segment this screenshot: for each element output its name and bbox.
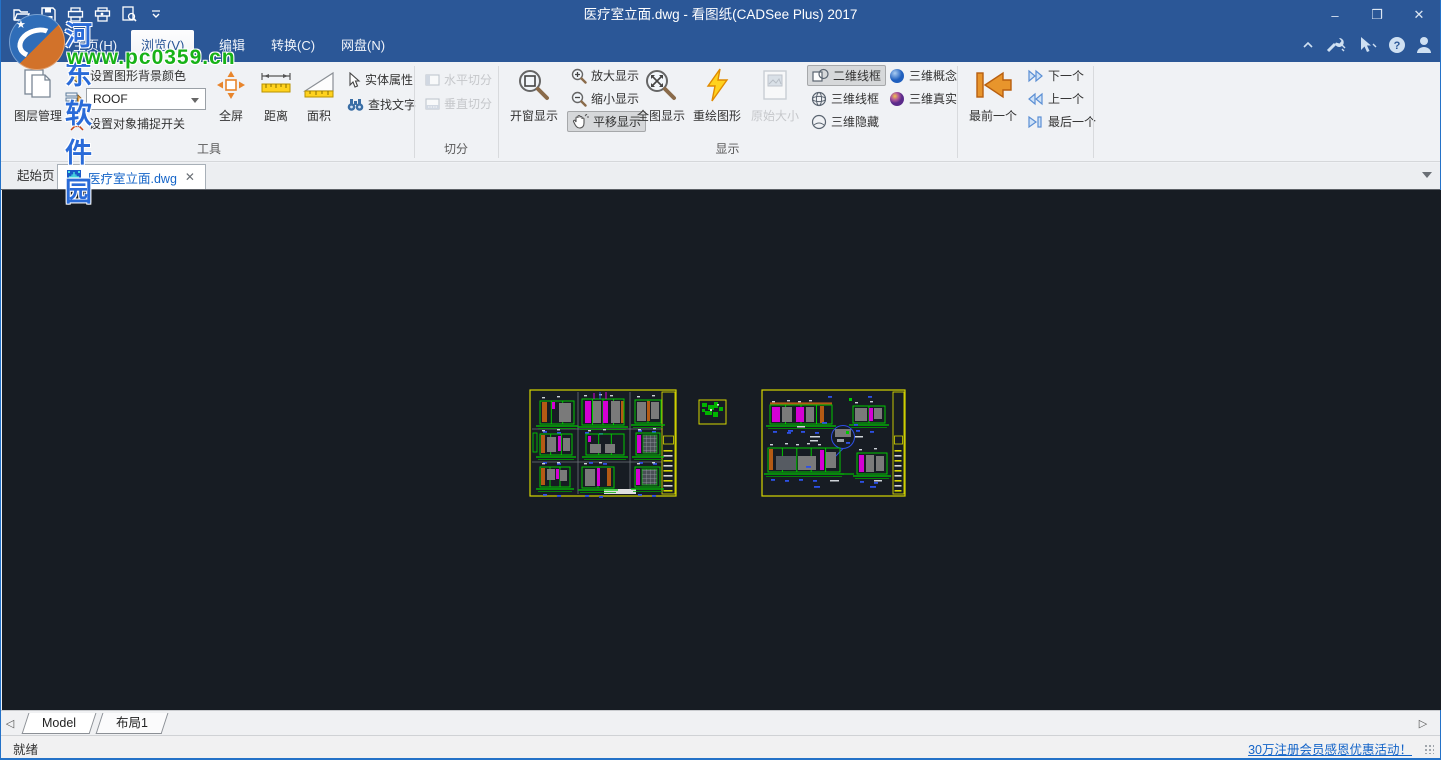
close-button[interactable]: ✕	[1398, 0, 1440, 30]
svg-text:?: ?	[1394, 40, 1401, 52]
group-label-tools: 工具	[9, 140, 409, 158]
cursor-arrow-icon	[347, 72, 361, 88]
nav-prev-button[interactable]: 上一个	[1023, 88, 1088, 109]
first-arrow-icon	[973, 64, 1013, 106]
group-label-display: 显示	[498, 140, 957, 158]
status-bar: 就绪 30万注册会员感恩优惠活动！	[1, 735, 1440, 758]
menu-netdisk[interactable]: 网盘(N)	[331, 30, 395, 62]
promo-link[interactable]: 30万注册会员感恩优惠活动！	[1248, 739, 1412, 758]
redraw-button[interactable]: 重绘图形	[691, 64, 743, 136]
osnap-toggle-button[interactable]: 设置对象捕捉开关	[65, 113, 189, 134]
zoom-in-button[interactable]: 放大显示	[567, 65, 643, 86]
help-icon[interactable]: ?	[1388, 36, 1406, 54]
pan-hand-icon	[572, 114, 589, 130]
tab-start-page[interactable]: 起始页	[9, 163, 63, 189]
concept-sphere-icon	[889, 68, 905, 84]
app-window: 医疗室立面.dwg - 看图纸(CADSee Plus) 2017 – ❒ ✕ …	[0, 0, 1441, 760]
fit-all-button[interactable]: 全图显示	[633, 64, 689, 136]
hidden-3d-button[interactable]: 三维隐藏	[807, 111, 883, 132]
wireframe-2d-icon	[812, 68, 829, 83]
nav-last-button[interactable]: 最后一个	[1023, 111, 1100, 132]
ribbon: 图层管理 设置图形背景颜色 ROOF 设置对象捕捉开关 全屏 距离	[1, 62, 1440, 162]
tab-close-icon[interactable]: ✕	[183, 170, 197, 184]
collapse-ribbon-icon[interactable]	[1302, 41, 1314, 49]
magnifier-window-icon	[517, 64, 551, 106]
minimize-button[interactable]: –	[1314, 0, 1356, 30]
original-size-icon	[761, 64, 789, 106]
tab-list-dropdown-icon[interactable]	[1422, 172, 1432, 178]
magnifier-fit-icon	[644, 64, 678, 106]
zoom-in-icon	[571, 68, 587, 84]
layers-pages-icon	[22, 64, 54, 106]
layout-tab-bar: ◁ Model 布局1 ▷	[1, 710, 1440, 735]
horizontal-split-button[interactable]: 水平切分	[421, 69, 496, 90]
layer-select[interactable]: ROOF	[86, 88, 206, 110]
resize-grip[interactable]	[1424, 744, 1434, 754]
window-controls: – ❒ ✕	[1314, 0, 1440, 30]
h-split-icon	[425, 74, 440, 86]
layer-manager-button[interactable]: 图层管理	[9, 64, 67, 136]
realistic-sphere-icon	[889, 91, 905, 107]
paint-bucket-icon	[69, 68, 86, 84]
next-chevrons-icon	[1027, 69, 1044, 83]
document-tab-bar: 起始页 医疗室立面.dwg ✕	[1, 163, 1440, 190]
triangle-area-icon	[303, 64, 335, 106]
v-split-icon	[425, 98, 440, 110]
snap-crosshair-icon	[69, 116, 85, 132]
dwg-file-icon	[66, 169, 82, 185]
binoculars-icon	[347, 98, 364, 112]
menu-home[interactable]: 主页(H)	[63, 30, 127, 62]
user-account-icon[interactable]	[1416, 36, 1432, 54]
wireframe-3d-button[interactable]: 三维线框	[807, 88, 883, 109]
cad-drawing	[2, 190, 1441, 710]
cursor-mode-icon[interactable]	[1356, 36, 1378, 54]
nav-first-button[interactable]: 最前一个	[964, 64, 1022, 136]
tab-active-document[interactable]: 医疗室立面.dwg ✕	[57, 164, 206, 189]
window-title: 医疗室立面.dwg - 看图纸(CADSee Plus) 2017	[1, 0, 1440, 30]
ruler-distance-icon	[260, 64, 292, 106]
hidden-3d-icon	[811, 114, 827, 130]
find-text-button[interactable]: 查找文字	[343, 94, 420, 115]
layout-scroll-right-icon[interactable]: ▷	[1414, 717, 1432, 730]
lightning-icon	[704, 64, 730, 106]
tab-model[interactable]: Model	[22, 713, 97, 734]
prev-chevrons-icon	[1027, 92, 1044, 106]
combo-dropdown-icon	[191, 98, 199, 103]
measure-distance-button[interactable]: 距离	[255, 64, 297, 136]
vertical-split-button[interactable]: 垂直切分	[421, 93, 496, 114]
wireframe-3d-icon	[811, 91, 827, 107]
menu-convert[interactable]: 转换(C)	[261, 30, 325, 62]
entity-properties-button[interactable]: 实体属性	[343, 69, 417, 90]
title-bar: 医疗室立面.dwg - 看图纸(CADSee Plus) 2017 – ❒ ✕	[1, 0, 1440, 30]
menu-edit[interactable]: 编辑	[209, 30, 255, 62]
wrench-settings-icon[interactable]	[1324, 36, 1346, 54]
menu-file[interactable]: 文件	[9, 30, 55, 62]
concept-3d-button[interactable]: 三维概念	[885, 65, 961, 86]
window-zoom-button[interactable]: 开窗显示	[505, 64, 563, 136]
measure-area-button[interactable]: 面积	[299, 64, 339, 136]
ribbon-right-tools: ?	[1302, 36, 1432, 54]
maximize-button[interactable]: ❒	[1356, 0, 1398, 30]
original-size-button[interactable]: 原始大小	[749, 64, 801, 136]
menu-view-active[interactable]: 浏览(V)	[131, 30, 194, 62]
fullscreen-button[interactable]: 全屏	[209, 64, 253, 136]
layer-combo-icon-wrap	[65, 89, 82, 110]
set-bg-color-button[interactable]: 设置图形背景颜色	[65, 65, 190, 86]
active-document-name: 医疗室立面.dwg	[88, 168, 177, 187]
zoom-out-icon	[571, 91, 587, 107]
layer-list-icon	[65, 91, 82, 109]
tab-layout1[interactable]: 布局1	[96, 713, 169, 734]
zoom-out-button[interactable]: 缩小显示	[567, 88, 643, 109]
group-label-split: 切分	[414, 140, 498, 158]
menu-bar: 文件 主页(H) 浏览(V) 编辑 转换(C) 网盘(N) ?	[1, 30, 1440, 62]
wireframe-2d-button[interactable]: 二维线框	[807, 65, 886, 86]
cad-canvas[interactable]	[2, 190, 1441, 710]
layout-scroll-left-icon[interactable]: ◁	[1, 717, 19, 730]
last-arrow-icon	[1027, 115, 1044, 129]
realistic-3d-button[interactable]: 三维真实	[885, 88, 961, 109]
status-ready-text: 就绪	[13, 739, 38, 758]
fullscreen-expand-icon	[216, 64, 246, 106]
nav-next-button[interactable]: 下一个	[1023, 65, 1088, 86]
